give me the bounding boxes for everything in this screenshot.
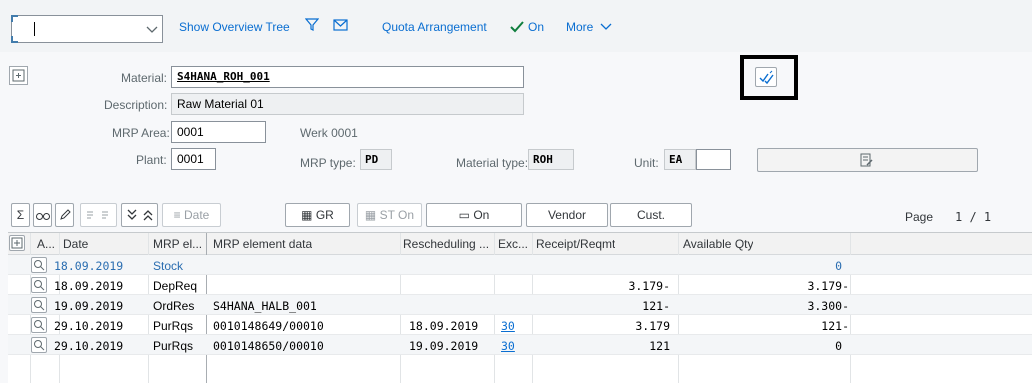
- zoom-icon: [34, 260, 45, 271]
- col-mrp-element-data[interactable]: MRP element data: [213, 237, 312, 251]
- col-available-qty[interactable]: Available Qty: [683, 237, 753, 251]
- expand-collapse-icon: [127, 209, 152, 221]
- zoom-button[interactable]: [31, 277, 47, 293]
- mrp-area-text: Werk 0001: [300, 126, 358, 140]
- table-row[interactable]: 18.09.2019 Stock 0: [8, 255, 1032, 275]
- description-label: Description:: [104, 98, 168, 112]
- date-button[interactable]: ≡ Date: [162, 203, 221, 227]
- zoom-button[interactable]: [31, 337, 47, 353]
- mrp-area-field[interactable]: 0001: [171, 121, 266, 143]
- more-button[interactable]: More: [566, 20, 593, 34]
- on-button[interactable]: On: [528, 20, 544, 34]
- mrp-type-label: MRP type:: [300, 156, 356, 170]
- material-type-field: ROH: [528, 149, 574, 170]
- table-row[interactable]: 29.10.2019 PurRqs 0010148650/00010 19.09…: [8, 335, 1032, 355]
- highlight-box: [740, 55, 798, 100]
- table-row-empty: [8, 355, 1032, 375]
- collapse-icon: [12, 69, 25, 82]
- table-header: A... Date MRP el... MRP element data Res…: [8, 233, 1032, 255]
- find-button[interactable]: [33, 203, 52, 227]
- collapse-header-button[interactable]: [9, 66, 28, 85]
- st-on-button[interactable]: ▦ ST On: [357, 203, 422, 227]
- text-cursor: [34, 22, 35, 36]
- table-row[interactable]: 19.09.2019 OrdRes S4HANA_HALB_001 121- 3…: [8, 295, 1032, 315]
- on-toggle-button[interactable]: ▭ On: [426, 203, 522, 227]
- chevron-down-icon[interactable]: [600, 21, 612, 31]
- pencil-icon: [59, 209, 71, 220]
- table-row[interactable]: 18.09.2019 DepReq 3.179- 3.179-: [8, 275, 1032, 295]
- page-label: Page: [905, 210, 934, 224]
- sort-icon: ≡: [173, 208, 184, 222]
- customer-button[interactable]: Cust.: [610, 203, 692, 227]
- unit-extra-field[interactable]: [696, 149, 731, 170]
- table-settings-icon: [11, 237, 23, 249]
- vendor-button[interactable]: Vendor: [526, 203, 608, 227]
- table-settings-button[interactable]: [9, 235, 25, 251]
- mrp-type-field: PD: [360, 149, 392, 170]
- zoom-button[interactable]: [31, 257, 47, 273]
- col-rescheduling[interactable]: Rescheduling ...: [403, 237, 495, 251]
- material-type-label: Material type:: [456, 156, 529, 170]
- mrp-area-label: MRP Area:: [112, 126, 170, 140]
- quota-arrangement-button[interactable]: Quota Arrangement: [382, 20, 487, 34]
- calendar-icon: ▦: [301, 208, 316, 222]
- material-field[interactable]: S4HANA_ROH_001: [171, 66, 524, 88]
- page-info: 1 / 1: [955, 210, 992, 224]
- zoom-icon: [34, 300, 45, 311]
- show-overview-tree-button[interactable]: Show Overview Tree: [179, 20, 290, 34]
- expand-collapse-buttons[interactable]: [121, 203, 158, 227]
- mrp-table: A... Date MRP el... MRP element data Res…: [8, 232, 1032, 383]
- email-icon[interactable]: [333, 18, 348, 32]
- col-receipt-reqmt[interactable]: Receipt/Reqmt: [536, 237, 615, 251]
- unit-field: EA: [664, 149, 696, 170]
- table-row[interactable]: 29.10.2019 PurRqs 0010148649/00010 18.09…: [8, 315, 1032, 335]
- calendar-icon: ▦: [364, 208, 380, 222]
- plant-field[interactable]: 0001: [171, 148, 216, 170]
- zoom-button[interactable]: [31, 297, 47, 313]
- sum-button[interactable]: Σ: [11, 203, 30, 227]
- chevron-down-icon: [146, 26, 158, 33]
- col-mrp-el[interactable]: MRP el...: [153, 237, 205, 251]
- zoom-icon: [34, 340, 45, 351]
- col-a[interactable]: A...: [37, 237, 55, 251]
- zoom-button[interactable]: [31, 317, 47, 333]
- gr-button[interactable]: ▦ GR: [285, 203, 350, 227]
- filter-icon[interactable]: [305, 18, 319, 32]
- binoculars-icon: [35, 213, 50, 220]
- assign-icon: [86, 211, 108, 219]
- edit-document-icon: [860, 153, 873, 167]
- zoom-icon: [34, 320, 45, 331]
- unit-label: Unit:: [634, 156, 659, 170]
- document-icon: ▭: [458, 208, 474, 222]
- edit-notes-button[interactable]: [757, 148, 978, 172]
- checkmark-icon[interactable]: [510, 20, 524, 33]
- exception-link[interactable]: 30: [501, 319, 515, 333]
- description-field: Raw Material 01: [171, 93, 524, 115]
- col-exception[interactable]: Exc...: [498, 237, 532, 251]
- plant-label: Plant:: [136, 153, 167, 167]
- exception-link[interactable]: 30: [501, 339, 515, 353]
- material-label: Material:: [121, 71, 168, 85]
- assign-buttons[interactable]: [80, 203, 117, 227]
- col-date[interactable]: Date: [63, 237, 88, 251]
- edit-button[interactable]: [55, 203, 74, 227]
- sigma-icon: Σ: [16, 208, 25, 222]
- toolbar: Show Overview Tree Quota Arrangement On …: [0, 0, 1032, 52]
- variant-dropdown[interactable]: [11, 15, 163, 43]
- zoom-icon: [34, 280, 45, 291]
